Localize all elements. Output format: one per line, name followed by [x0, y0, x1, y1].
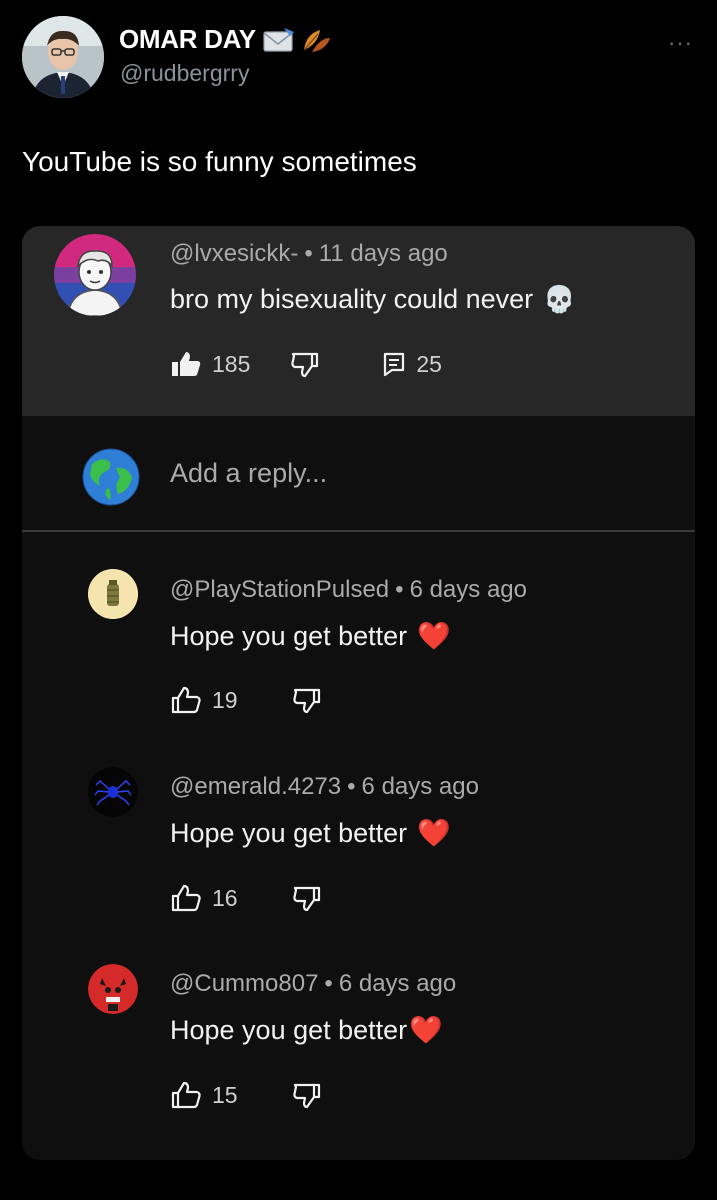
thumbs-down-icon: [292, 688, 320, 714]
like-button[interactable]: 16: [170, 884, 238, 912]
heart-emoji: ❤️: [409, 1015, 443, 1045]
skull-emoji: 💀: [543, 284, 576, 314]
comment-time: 11 days ago: [318, 240, 448, 267]
like-button[interactable]: 15: [170, 1081, 238, 1109]
reply-time: 6 days ago: [338, 970, 457, 997]
thumbs-up-filled-icon: [172, 352, 201, 376]
heart-emoji: ❤️: [417, 621, 451, 651]
comment-body: bro my bisexuality could never 💀: [170, 284, 576, 315]
comment-actions: 185 25: [170, 350, 442, 378]
reply-text: Hope you get better: [170, 817, 408, 848]
comment-meta: @lvxesickk- • 11 days ago: [170, 240, 448, 268]
bi-flag-avatar-image: [54, 234, 136, 316]
reply-actions: 16: [170, 884, 322, 912]
current-user-avatar: [82, 448, 140, 506]
spider-avatar-image: [88, 767, 138, 817]
dislike-button[interactable]: [292, 686, 322, 714]
thumbs-down-icon: [291, 352, 319, 378]
author-name[interactable]: OMAR DAY: [119, 24, 332, 55]
thumbs-up-icon: [171, 686, 201, 714]
meta-separator: •: [347, 773, 356, 800]
reply-text: Hope you get better: [170, 1014, 408, 1045]
more-options-button[interactable]: ···: [668, 30, 693, 56]
meta-separator: •: [395, 576, 404, 603]
heart-emoji: ❤️: [417, 818, 451, 848]
like-count: 15: [212, 1081, 238, 1108]
reply-meta: @PlayStationPulsed • 6 days ago: [170, 576, 527, 604]
author-avatar-image: [22, 16, 104, 98]
reply-time: 6 days ago: [409, 576, 527, 603]
devil-avatar-image: [88, 964, 138, 1014]
like-button[interactable]: 185: [170, 350, 250, 378]
like-count: 185: [212, 350, 251, 377]
reply-meta: @Cummo807 • 6 days ago: [170, 970, 456, 998]
thumbs-down-icon: [292, 1083, 320, 1109]
reply-divider: [22, 530, 695, 532]
reply-body: Hope you get better ❤️: [170, 1014, 443, 1046]
author-handle[interactable]: @rudbergrry: [120, 60, 249, 87]
commenter-avatar[interactable]: [54, 234, 136, 316]
reply-count: 25: [416, 350, 442, 377]
reply-meta: @emerald.4273 • 6 days ago: [170, 773, 479, 801]
thumbs-up-icon: [171, 884, 201, 912]
comment-text: bro my bisexuality could never: [170, 284, 534, 314]
dislike-button[interactable]: [292, 1081, 322, 1109]
reply-comment-icon: [384, 352, 405, 377]
reply-avatar[interactable]: [88, 569, 138, 619]
tweet-text: YouTube is so funny sometimes: [22, 146, 417, 177]
meta-separator: •: [324, 970, 333, 997]
reply-author[interactable]: @PlayStationPulsed: [170, 576, 389, 603]
globe-icon: [82, 448, 140, 506]
top-comment: @lvxesickk- • 11 days ago bro my bisexuali…: [22, 226, 695, 416]
thumbs-up-icon: [171, 1081, 201, 1109]
comment-author[interactable]: @lvxesickk-: [170, 240, 298, 267]
author-avatar[interactable]: [22, 16, 104, 98]
reply-body: Hope you get better ❤️: [170, 620, 451, 652]
thumbs-down-icon: [292, 886, 320, 912]
reply-actions: 15: [170, 1081, 322, 1109]
dislike-button[interactable]: [292, 884, 322, 912]
reply-author[interactable]: @Cummo807: [170, 970, 318, 997]
add-reply-input[interactable]: Add a reply...: [170, 458, 327, 489]
leaves-icon: [303, 29, 330, 52]
reply-avatar[interactable]: [88, 964, 138, 1014]
grenade-avatar-image: [88, 569, 138, 619]
reply-author[interactable]: @emerald.4273: [170, 773, 341, 800]
replies-button[interactable]: 25: [382, 351, 442, 378]
dislike-button[interactable]: [290, 350, 320, 378]
envelope-icon: [263, 27, 294, 52]
like-count: 19: [212, 686, 238, 713]
like-button[interactable]: 19: [170, 686, 238, 714]
reply-avatar[interactable]: [88, 767, 138, 817]
reply-text: Hope you get better: [170, 620, 408, 651]
reply-time: 6 days ago: [361, 773, 479, 800]
youtube-comments-card[interactable]: @lvxesickk- • 11 days ago bro my bisexuali…: [22, 226, 695, 1160]
meta-separator: •: [304, 240, 313, 267]
like-count: 16: [212, 884, 238, 911]
reply-body: Hope you get better ❤️: [170, 817, 451, 849]
author-name-text: OMAR DAY: [119, 24, 256, 54]
reply-actions: 19: [170, 686, 322, 714]
